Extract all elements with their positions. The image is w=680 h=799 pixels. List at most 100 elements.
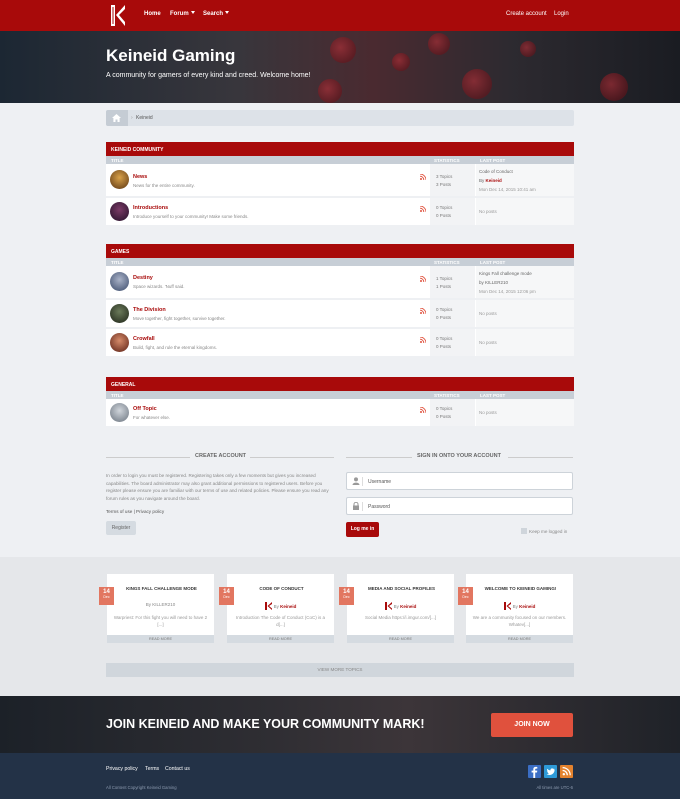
by-label: By [145, 602, 151, 607]
topic-card[interactable]: 14 Dec MEDIA AND SOCIAL PROFILES By Keine… [339, 574, 454, 643]
rss-icon[interactable] [420, 407, 426, 413]
topic-card[interactable]: 14 Dec KINGS FALL CHALLENGE MODE By KILLE… [99, 574, 214, 643]
forum-desc: Move together, fight together, survive t… [133, 316, 226, 321]
last-post: No posts [476, 300, 574, 327]
privacy-link[interactable]: Privacy policy [136, 509, 164, 514]
rss-icon[interactable] [420, 206, 426, 212]
last-post-title[interactable]: Code of Conduct [479, 169, 513, 174]
divider [346, 457, 412, 458]
last-post-date: Mon Dec 14, 2015 10:41 am [479, 187, 536, 192]
last-post-title[interactable]: Kings Fall challenge mode [479, 271, 532, 276]
nav-forum[interactable]: Forum [170, 11, 195, 17]
login-button[interactable]: Log me in [346, 522, 379, 537]
topic-author[interactable]: Keineid [400, 604, 416, 609]
col-title: TITLE [111, 259, 124, 265]
forum-desc: Space wizards. 'Nuff said. [133, 284, 185, 289]
topics-count: 0 Topics [436, 336, 453, 341]
password-field[interactable]: Password [346, 497, 573, 515]
footer-contact-link[interactable]: Contact us [165, 766, 190, 772]
topic-card[interactable]: 14 Dec CODE OF CONDUCT By Keineid Introdu… [219, 574, 334, 643]
topics-count: 0 Topics [436, 205, 453, 210]
forum-title[interactable]: Introductions [133, 205, 168, 211]
forum-title[interactable]: Destiny [133, 275, 153, 281]
forum-title[interactable]: Off Topic [133, 406, 157, 412]
topic-title[interactable]: KINGS FALL CHALLENGE MODE [113, 586, 210, 591]
logo-icon[interactable] [110, 4, 127, 27]
lantern-decoration [392, 53, 410, 71]
forum-title[interactable]: News [133, 174, 147, 180]
author-avatar-icon [264, 602, 272, 610]
rss-feed-icon[interactable] [560, 765, 573, 778]
last-post-author[interactable]: Keineid [486, 178, 502, 183]
topic-author-line: By KILLER210 [107, 602, 214, 607]
no-posts: No posts [479, 410, 497, 415]
category-title[interactable]: GAMES [106, 244, 574, 258]
terms-link[interactable]: Terms of use [106, 509, 132, 514]
rss-icon[interactable] [420, 337, 426, 343]
topic-title[interactable]: WELCOME TO KEINEID GAMING! [472, 586, 569, 591]
forum-row: News News for the entire community. 3 To… [106, 164, 574, 198]
column-headers: TITLE STATISTICS LAST POST [106, 258, 574, 266]
rss-icon[interactable] [420, 174, 426, 180]
topic-card[interactable]: 14 Dec WELCOME TO KEINEID GAMING! By Kein… [458, 574, 573, 643]
register-button[interactable]: Register [106, 521, 136, 535]
topic-excerpt: Social Media https://i.imgur.com/[...] [364, 615, 437, 620]
read-more-button[interactable]: READ MORE [107, 635, 214, 643]
remember-me[interactable]: Keep me logged in [521, 528, 567, 534]
posts-count: 3 Posts [436, 182, 452, 187]
by-label: By [273, 604, 279, 609]
footer-privacy-link[interactable]: Privacy policy [106, 766, 138, 772]
last-post: Code of Conduct By Keineid Mon Dec 14, 2… [476, 164, 574, 196]
topic-author[interactable]: KILLER210 [152, 602, 175, 607]
nav-search[interactable]: Search [203, 11, 230, 17]
topic-author[interactable]: Keineid [280, 604, 296, 609]
lantern-decoration [330, 37, 356, 63]
nav-create-account[interactable]: Create account [506, 11, 547, 17]
join-now-button[interactable]: JOIN NOW [491, 713, 573, 737]
column-headers: TITLE STATISTICS LAST POST [106, 156, 574, 164]
top-navbar: Home Forum Search Create account Login [0, 0, 680, 31]
topic-excerpt: Warpriest: For this fight you will need … [113, 615, 208, 627]
facebook-icon[interactable] [528, 765, 541, 778]
footer-terms-link[interactable]: Terms [145, 766, 159, 772]
nav-login[interactable]: Login [554, 11, 569, 17]
breadcrumb-current[interactable]: Keineid [136, 115, 153, 121]
forum-desc: For whatever else. [133, 415, 171, 420]
date-month: Dec [103, 595, 110, 599]
topic-title[interactable]: CODE OF CONDUCT [233, 586, 330, 591]
rss-icon[interactable] [420, 308, 426, 314]
twitter-icon[interactable] [544, 765, 557, 778]
topic-author[interactable]: Keineid [519, 604, 535, 609]
read-more-button[interactable]: READ MORE [227, 635, 334, 643]
remember-checkbox[interactable] [521, 528, 527, 534]
policy-links: Terms of use | Privacy policy [106, 509, 165, 514]
nav-home[interactable]: Home [144, 11, 161, 17]
last-post-date: Mon Dec 14, 2015 12:06 pm [479, 289, 536, 294]
topics-count: 0 Topics [436, 307, 453, 312]
col-statistics: STATISTICS [434, 259, 460, 265]
topic-title[interactable]: MEDIA AND SOCIAL PROFILES [353, 586, 450, 591]
no-posts: No posts [479, 209, 497, 214]
posts-count: 0 Posts [436, 414, 452, 419]
category-title[interactable]: GENERAL [106, 377, 574, 391]
forum-title[interactable]: The Division [133, 307, 166, 313]
category-title[interactable]: KEINEID COMMUNITY [106, 142, 574, 156]
rss-icon[interactable] [420, 276, 426, 282]
field-divider [362, 477, 363, 486]
read-more-button[interactable]: READ MORE [347, 635, 454, 643]
username-field[interactable]: Username [346, 472, 573, 490]
footer: Privacy policy Terms Contact us All Cont… [0, 753, 680, 799]
view-more-topics-button[interactable]: VIEW MORE TOPICS [106, 663, 574, 677]
breadcrumb-home[interactable] [106, 110, 128, 126]
forum-desc: Introduce yourself to your community! Ma… [133, 214, 249, 219]
site-subtitle: A community for gamers of every kind and… [106, 72, 311, 79]
by-label: By [512, 604, 518, 609]
col-title: TITLE [111, 392, 124, 398]
breadcrumb: › Keineid [106, 110, 574, 126]
read-more-button[interactable]: READ MORE [466, 635, 573, 643]
forum-stats: 1 Topics 1 Posts [430, 266, 475, 298]
forum-stats: 0 Topics 0 Posts [430, 198, 475, 225]
signin-heading: SIGN IN ONTO YOUR ACCOUNT [417, 453, 501, 459]
forum-title[interactable]: Crowfall [133, 336, 155, 342]
forum-avatar [110, 272, 129, 291]
